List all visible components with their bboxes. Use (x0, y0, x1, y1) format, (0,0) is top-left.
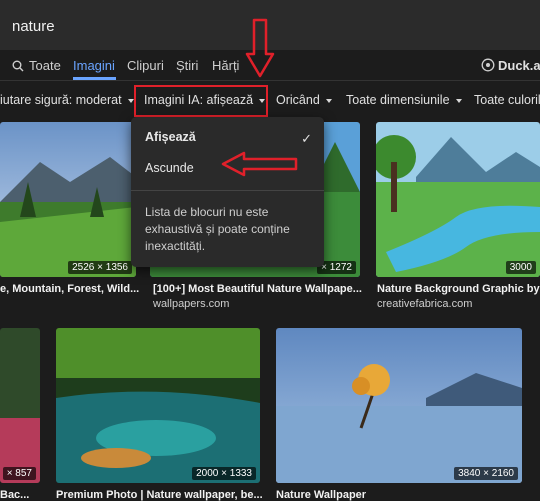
result-caption[interactable]: Premium Photo | Nature wallpaper, be... (56, 489, 262, 501)
time-filter[interactable]: Oricând (276, 93, 332, 107)
dropdown-option-hide[interactable]: Ascunde (145, 161, 194, 175)
annotation-arrow-down-icon (245, 18, 275, 78)
result-image-5[interactable]: 2000 × 1333 (56, 328, 260, 483)
image-dimensions: × 857 (2, 467, 36, 480)
result-caption[interactable]: [100+] Most Beautiful Nature Wallpape... (153, 283, 363, 295)
landscape-image (0, 328, 40, 483)
chevron-down-icon (455, 98, 462, 103)
tab-images[interactable]: Imagini (73, 58, 115, 73)
result-source[interactable]: wallpapers.com (153, 298, 229, 310)
tab-maps[interactable]: Hărți (212, 58, 239, 73)
search-input[interactable]: nature (12, 18, 55, 35)
result-caption[interactable]: Nature Background Graphic by F (377, 283, 540, 295)
tab-all[interactable]: Toate (29, 58, 61, 73)
search-icon (12, 59, 24, 72)
dropdown-option-show[interactable]: Afișează (145, 130, 196, 144)
result-image-4[interactable]: × 857 (0, 328, 40, 483)
safe-search-label: iutare sigură: moderat (0, 93, 122, 107)
check-icon: ✓ (301, 131, 312, 146)
size-label: Toate dimensiunile (346, 93, 450, 107)
chevron-down-icon (127, 98, 134, 103)
image-dimensions: 2000 × 1333 (192, 467, 256, 480)
image-dimensions: 3000 (505, 261, 536, 274)
result-image-1[interactable]: 2526 × 1356 (0, 122, 136, 277)
tab-videos[interactable]: Clipuri (127, 58, 164, 73)
result-caption[interactable]: Nature Wallpaper (276, 489, 476, 501)
result-source[interactable]: creativefabrica.com (377, 298, 472, 310)
landscape-image (0, 122, 136, 277)
landscape-image (276, 328, 522, 483)
ai-images-dropdown: Afișează ✓ Ascunde Lista de blocuri nu e… (131, 117, 324, 267)
size-filter[interactable]: Toate dimensiunile (346, 93, 462, 107)
active-tab-indicator (73, 77, 116, 80)
result-image-6[interactable]: 3840 × 2160 (276, 328, 522, 483)
dropdown-note: Lista de blocuri nu este exhaustivă și p… (145, 205, 290, 253)
filter-bar: iutare sigură: moderat Imagini IA: afișe… (0, 82, 540, 118)
result-caption[interactable]: Bac... (0, 489, 50, 501)
landscape-image (376, 122, 540, 277)
annotation-arrow-left-icon (221, 151, 298, 177)
dropdown-divider (131, 190, 324, 191)
color-filter[interactable]: Toate culorile (474, 93, 540, 107)
chevron-down-icon (325, 98, 332, 103)
time-label: Oricând (276, 93, 320, 107)
result-caption[interactable]: e, Mountain, Forest, Wild... (0, 283, 140, 295)
image-dimensions: 3840 × 2160 (454, 467, 518, 480)
tab-news[interactable]: Știri (176, 58, 198, 73)
result-image-3[interactable]: 3000 (376, 122, 540, 277)
annotation-highlight-box (134, 85, 268, 117)
duck-ai-icon (481, 58, 495, 72)
color-label: Toate culorile (474, 93, 540, 107)
landscape-image (56, 328, 260, 483)
safe-search-filter[interactable]: iutare sigură: moderat (0, 93, 134, 107)
image-dimensions: 2526 × 1356 (68, 261, 132, 274)
duck-ai-link[interactable]: Duck.ai (498, 58, 540, 73)
